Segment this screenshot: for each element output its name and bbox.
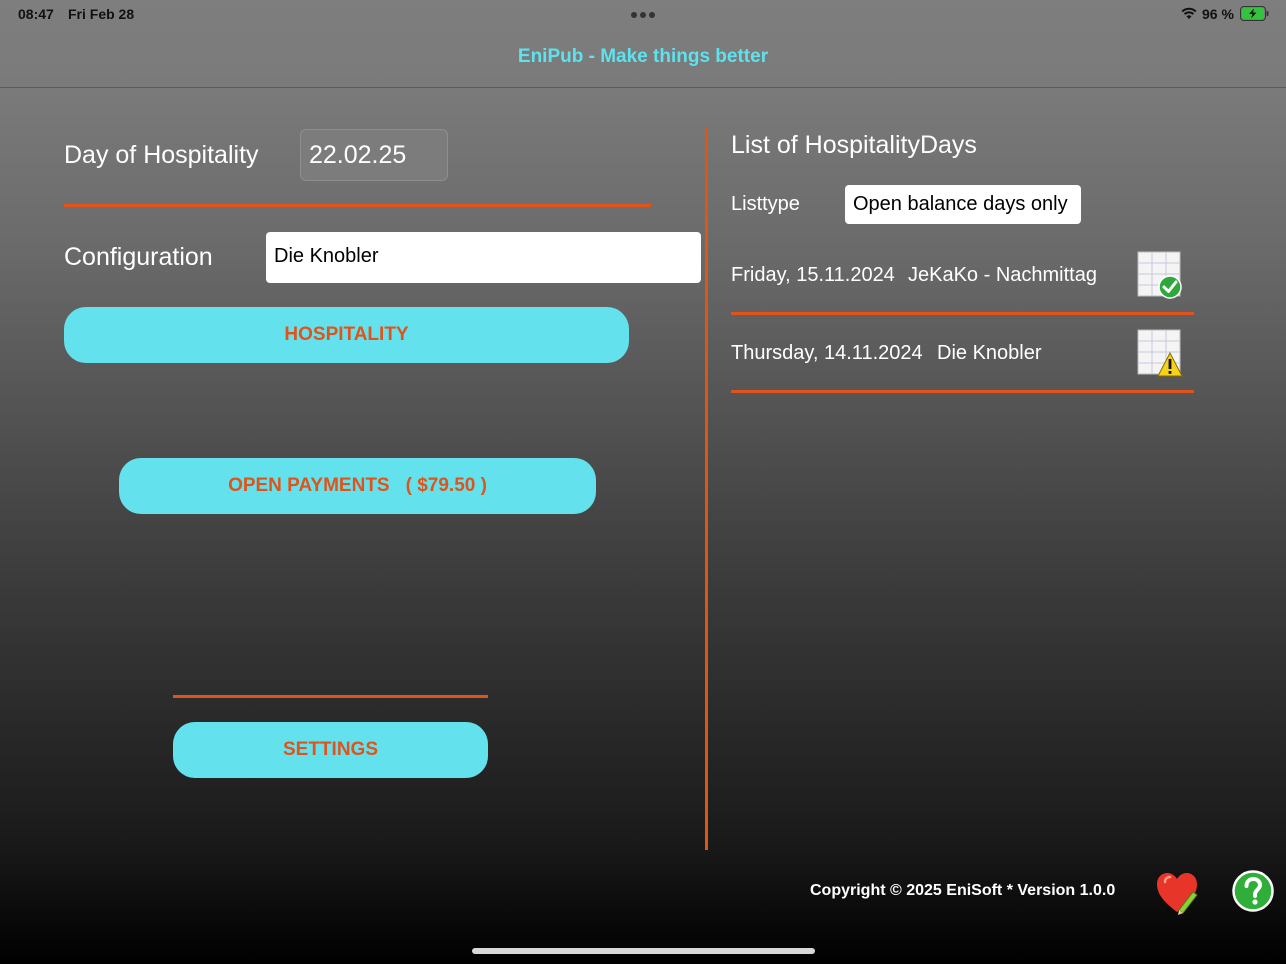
listtype-label: Listtype (731, 193, 800, 215)
heart-edit-icon[interactable] (1155, 870, 1201, 916)
open-payments-amount: ( $79.50 ) (405, 475, 487, 496)
settings-button[interactable]: SETTINGS (173, 722, 488, 778)
configuration-label: Configuration (64, 243, 213, 271)
list-item-configuration[interactable]: Die Knobler (937, 342, 1042, 365)
grid-check-icon[interactable] (1136, 250, 1184, 300)
listtype-select[interactable]: Open balance days only (845, 185, 1081, 224)
day-of-hospitality-label: Day of Hospitality (64, 141, 259, 169)
list-item-date[interactable]: Thursday, 14.11.2024 (731, 342, 923, 365)
settings-divider (173, 695, 488, 698)
header-divider (0, 87, 1286, 88)
grid-warning-icon[interactable] (1136, 328, 1184, 378)
section-divider (64, 204, 651, 207)
day-of-hospitality-field[interactable]: 22.02.25 (300, 129, 448, 181)
list-item-divider (731, 312, 1194, 315)
configuration-field[interactable]: Die Knobler (266, 232, 701, 283)
status-time: 08:47 (18, 6, 54, 22)
copyright-text: Copyright © 2025 EniSoft * Version 1.0.0 (810, 882, 1116, 899)
panel-divider (705, 128, 708, 850)
open-payments-button[interactable]: OPEN PAYMENTS ( $79.50 ) (119, 458, 596, 514)
list-item-divider (731, 390, 1194, 393)
hospitality-button[interactable]: HOSPITALITY (64, 307, 629, 363)
battery-percent: 96 % (1202, 6, 1234, 22)
help-icon[interactable] (1232, 870, 1274, 912)
wifi-icon (1181, 7, 1197, 19)
multitasking-dots-icon[interactable] (631, 12, 655, 18)
status-date: Fri Feb 28 (68, 6, 135, 22)
list-item-configuration[interactable]: JeKaKo - Nachmittag (908, 264, 1097, 287)
open-payments-label: OPEN PAYMENTS (228, 475, 390, 496)
app-title: EniPub - Make things better (517, 46, 769, 67)
list-title: List of HospitalityDays (731, 131, 977, 159)
list-item-date[interactable]: Friday, 15.11.2024 (731, 264, 895, 287)
home-indicator[interactable] (472, 948, 815, 954)
battery-charging-icon (1240, 6, 1269, 21)
